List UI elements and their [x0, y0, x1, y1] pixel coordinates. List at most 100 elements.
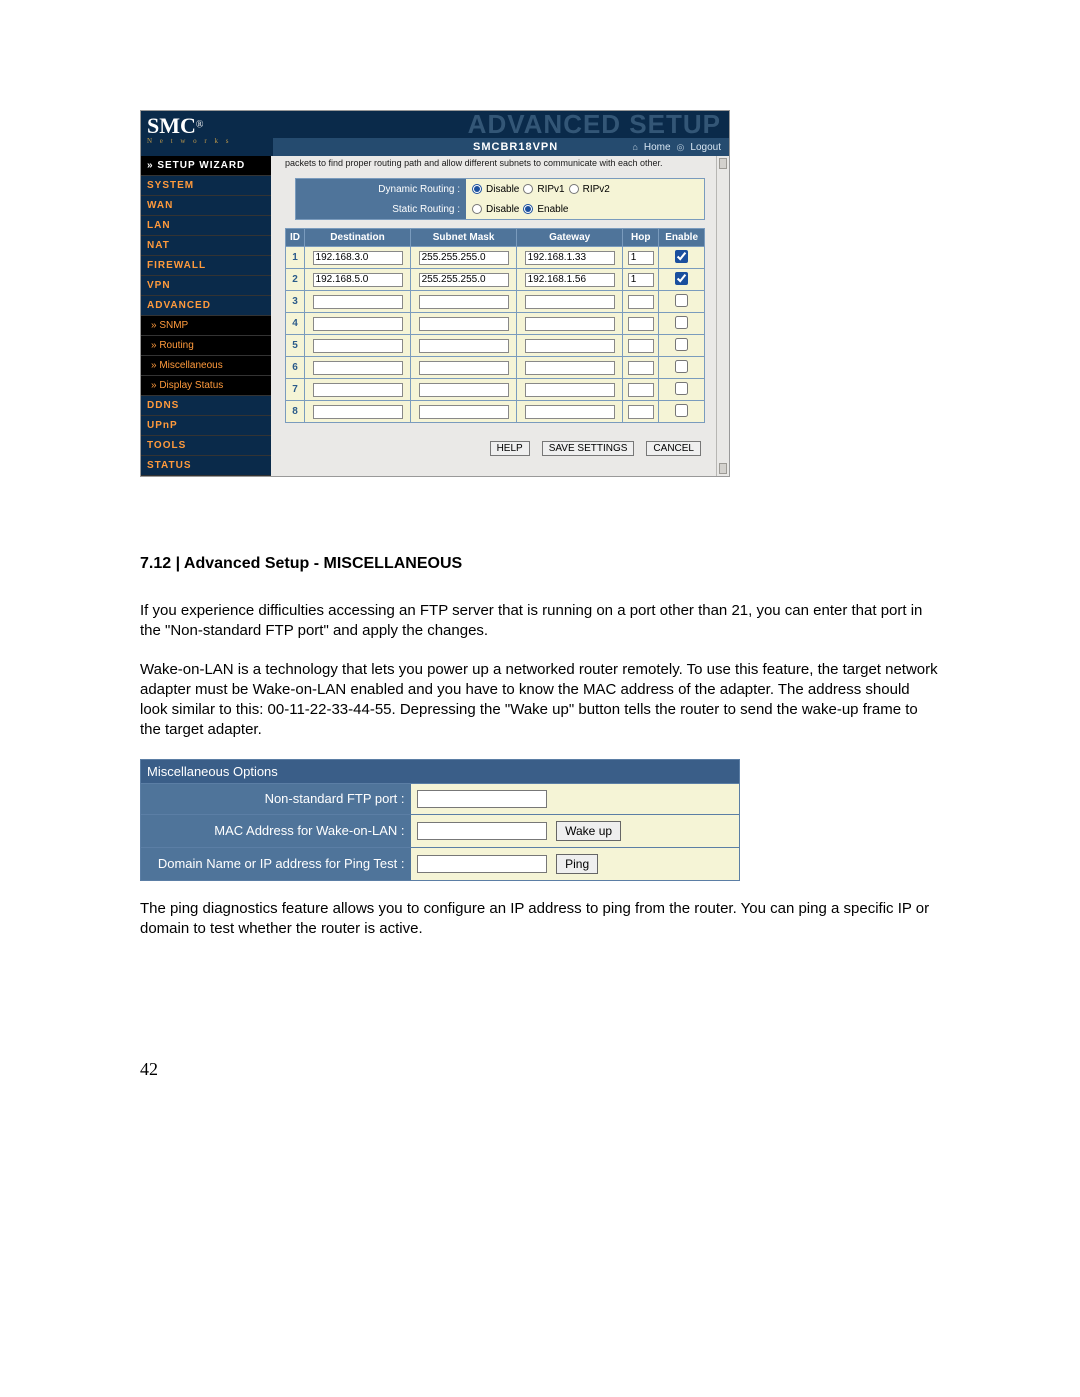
scrollbar[interactable] — [716, 156, 729, 476]
table-row: 2 — [286, 269, 705, 291]
home-icon: ⌂ — [632, 142, 637, 152]
sidebar-nav: » SETUP WIZARD SYSTEM WAN LAN NAT FIREWA… — [141, 156, 271, 476]
ping-target-input[interactable] — [417, 855, 547, 873]
stat-option-label: Enable — [537, 204, 568, 215]
enable-checkbox[interactable] — [675, 382, 688, 395]
dyn-radio-disable[interactable] — [472, 184, 482, 194]
mask-input[interactable] — [419, 383, 509, 397]
dest-input[interactable] — [313, 295, 403, 309]
nav-lan[interactable]: LAN — [141, 216, 271, 236]
col-gateway: Gateway — [517, 229, 623, 247]
mask-input[interactable] — [419, 405, 509, 419]
enable-checkbox[interactable] — [675, 294, 688, 307]
router-admin-screenshot: SMC® N e t w o r k s ADVANCED SETUP SMCB… — [140, 110, 730, 477]
ftp-port-input[interactable] — [417, 790, 547, 808]
nav-system[interactable]: SYSTEM — [141, 176, 271, 196]
gateway-input[interactable] — [525, 383, 615, 397]
page-number: 42 — [140, 1059, 940, 1080]
stat-radio-disable[interactable] — [472, 204, 482, 214]
dest-input[interactable] — [313, 383, 403, 397]
home-link[interactable]: Home — [644, 142, 671, 153]
nav-tools[interactable]: TOOLS — [141, 436, 271, 456]
nav-upnp[interactable]: UPnP — [141, 416, 271, 436]
gateway-input[interactable] — [525, 317, 615, 331]
nav-snmp[interactable]: » SNMP — [141, 316, 271, 336]
mask-input[interactable] — [419, 339, 509, 353]
table-row: 4 — [286, 313, 705, 335]
dest-input[interactable] — [313, 361, 403, 375]
nav-routing[interactable]: » Routing — [141, 336, 271, 356]
mask-input[interactable] — [419, 317, 509, 331]
hop-input[interactable] — [628, 273, 654, 287]
table-row: 7 — [286, 379, 705, 401]
gateway-input[interactable] — [525, 273, 615, 287]
hop-input[interactable] — [628, 251, 654, 265]
mask-input[interactable] — [419, 273, 509, 287]
gateway-input[interactable] — [525, 361, 615, 375]
wol-mac-input[interactable] — [417, 822, 547, 840]
stat-radio-enable[interactable] — [523, 204, 533, 214]
enable-checkbox[interactable] — [675, 316, 688, 329]
dynamic-routing-label: Dynamic Routing : — [296, 179, 466, 199]
enable-checkbox[interactable] — [675, 272, 688, 285]
enable-checkbox[interactable] — [675, 360, 688, 373]
logout-link[interactable]: Logout — [690, 142, 721, 153]
hop-input[interactable] — [628, 339, 654, 353]
col-hop: Hop — [623, 229, 659, 247]
section-heading: 7.12 | Advanced Setup - MISCELLANEOUS — [140, 555, 940, 573]
hop-input[interactable] — [628, 383, 654, 397]
enable-checkbox[interactable] — [675, 250, 688, 263]
nav-nat[interactable]: NAT — [141, 236, 271, 256]
static-routing-table: IDDestinationSubnet MaskGatewayHopEnable… — [285, 228, 705, 423]
save-button[interactable]: SAVE SETTINGS — [542, 441, 635, 456]
static-routing-label: Static Routing : — [296, 199, 466, 219]
gateway-input[interactable] — [525, 295, 615, 309]
nav-miscellaneous[interactable]: » Miscellaneous — [141, 356, 271, 376]
help-button[interactable]: HELP — [490, 441, 530, 456]
enable-checkbox[interactable] — [675, 338, 688, 351]
nav-advanced[interactable]: ADVANCED — [141, 296, 271, 316]
nav-display-status[interactable]: » Display Status — [141, 376, 271, 396]
device-model: SMCBR18VPN — [473, 141, 558, 153]
logout-icon: ◎ — [677, 142, 685, 153]
col-destination: Destination — [305, 229, 411, 247]
dyn-radio-ripv2[interactable] — [569, 184, 579, 194]
dest-input[interactable] — [313, 405, 403, 419]
nav-wan[interactable]: WAN — [141, 196, 271, 216]
nav-ddns[interactable]: DDNS — [141, 396, 271, 416]
nav-firewall[interactable]: FIREWALL — [141, 256, 271, 276]
dyn-radio-ripv1[interactable] — [523, 184, 533, 194]
misc-options-table: Miscellaneous Options Non-standard FTP p… — [140, 759, 740, 881]
cancel-button[interactable]: CANCEL — [646, 441, 701, 456]
table-row: 6 — [286, 357, 705, 379]
brand-logo: SMC® N e t w o r k s — [141, 111, 273, 156]
hop-input[interactable] — [628, 317, 654, 331]
ping-button[interactable]: Ping — [556, 854, 598, 874]
gateway-input[interactable] — [525, 405, 615, 419]
dyn-option-label: Disable — [486, 184, 519, 195]
enable-checkbox[interactable] — [675, 404, 688, 417]
wake-up-button[interactable]: Wake up — [556, 821, 621, 841]
hop-input[interactable] — [628, 295, 654, 309]
mask-input[interactable] — [419, 251, 509, 265]
misc-title: Miscellaneous Options — [141, 759, 740, 783]
nav-status[interactable]: STATUS — [141, 456, 271, 476]
col-subnet-mask: Subnet Mask — [411, 229, 517, 247]
gateway-input[interactable] — [525, 251, 615, 265]
dest-input[interactable] — [313, 273, 403, 287]
hop-input[interactable] — [628, 405, 654, 419]
col-id: ID — [286, 229, 305, 247]
cutoff-text: packets to find proper routing path and … — [281, 156, 719, 174]
wol-mac-label: MAC Address for Wake-on-LAN : — [141, 814, 411, 847]
dest-input[interactable] — [313, 317, 403, 331]
ping-target-label: Domain Name or IP address for Ping Test … — [141, 847, 411, 880]
table-row: 8 — [286, 401, 705, 423]
gateway-input[interactable] — [525, 339, 615, 353]
dest-input[interactable] — [313, 339, 403, 353]
hop-input[interactable] — [628, 361, 654, 375]
mask-input[interactable] — [419, 295, 509, 309]
nav-setup-wizard[interactable]: » SETUP WIZARD — [141, 156, 271, 176]
dest-input[interactable] — [313, 251, 403, 265]
nav-vpn[interactable]: VPN — [141, 276, 271, 296]
mask-input[interactable] — [419, 361, 509, 375]
